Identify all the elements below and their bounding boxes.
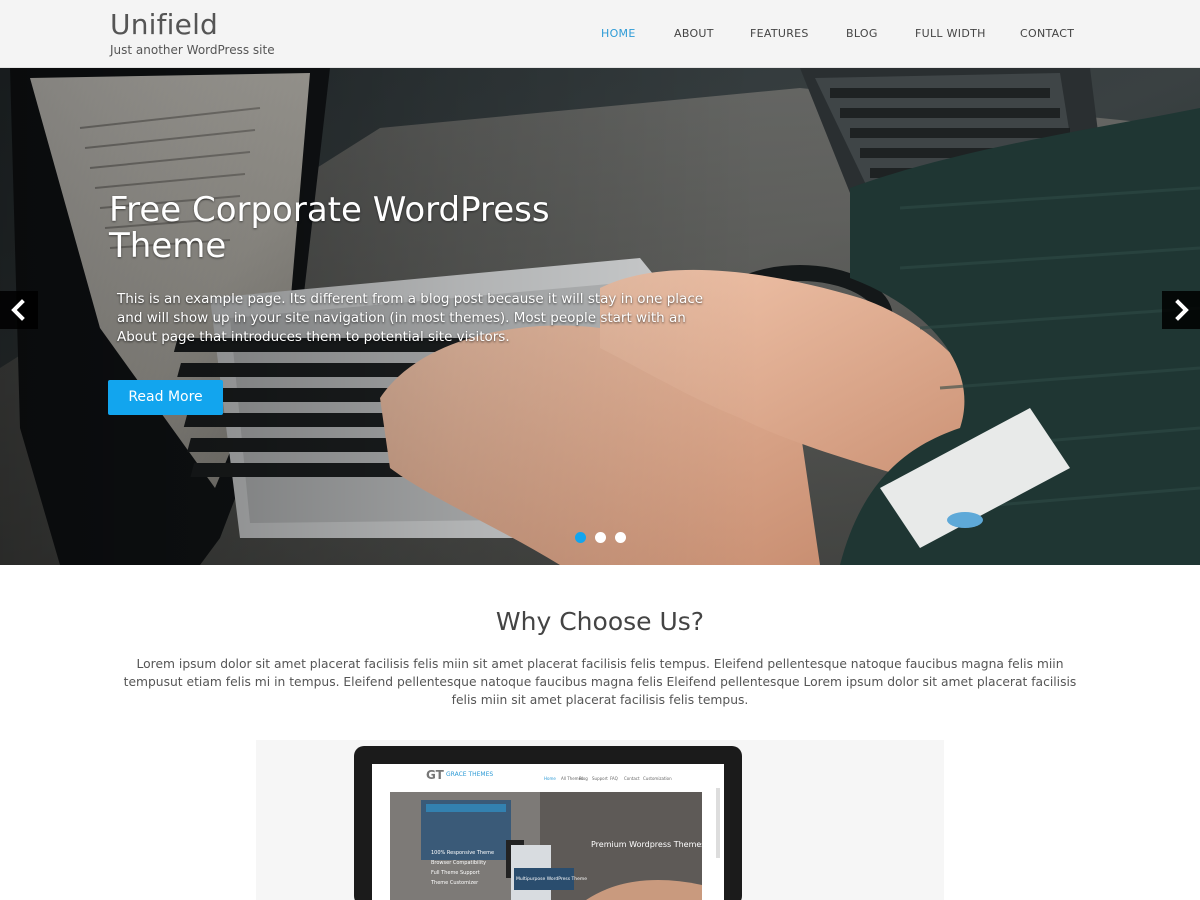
slider-pagination bbox=[575, 532, 635, 544]
mini-feature: Full Theme Support bbox=[431, 870, 480, 876]
mini-brand-name: GRACE THEMES bbox=[446, 771, 493, 778]
nav-item-about[interactable]: ABOUT bbox=[674, 27, 714, 40]
mini-feature: 100% Responsive Theme bbox=[431, 850, 494, 856]
nav-item-full-width[interactable]: FULL WIDTH bbox=[915, 27, 986, 40]
hero-text: This is an example page. Its different f… bbox=[117, 291, 704, 345]
monitor-mockup: GT GRACE THEMES Home All Themes Blog Sup… bbox=[354, 746, 742, 900]
mini-feature: Browser Compatibility bbox=[431, 860, 486, 866]
mini-menu-item: Blog bbox=[579, 776, 588, 781]
mini-menu-item: FAQ bbox=[610, 776, 618, 781]
slider-prev-button[interactable] bbox=[0, 291, 38, 329]
mini-feature: Theme Customizer bbox=[430, 880, 479, 886]
mini-menu-item: Home bbox=[544, 776, 556, 781]
showcase-image: GT GRACE THEMES Home All Themes Blog Sup… bbox=[256, 740, 944, 900]
chevron-right-icon bbox=[1175, 299, 1189, 321]
section-description: Lorem ipsum dolor sit amet placerat faci… bbox=[123, 657, 1077, 707]
nav-item-contact[interactable]: CONTACT bbox=[1020, 27, 1074, 40]
slider-dot-1[interactable] bbox=[575, 532, 586, 543]
chevron-left-icon bbox=[11, 299, 25, 321]
site-header: Unifield Just another WordPress site HOM… bbox=[0, 0, 1200, 68]
nav-item-features[interactable]: FEATURES bbox=[750, 27, 809, 40]
site-tagline: Just another WordPress site bbox=[110, 43, 275, 57]
hero-title: Free Corporate WordPress Theme bbox=[109, 190, 550, 266]
mini-menu-item: Customization bbox=[643, 776, 672, 781]
mini-badge: Multipurpose WordPress Theme bbox=[516, 876, 587, 882]
slider-next-button[interactable] bbox=[1162, 291, 1200, 329]
read-more-button[interactable]: Read More bbox=[108, 380, 223, 415]
mini-menu-item: Contact bbox=[624, 776, 640, 781]
slider-dot-3[interactable] bbox=[615, 532, 626, 543]
mini-menu-item: Support bbox=[592, 776, 608, 781]
hero-slider: Free Corporate WordPress Theme This is a… bbox=[0, 68, 1200, 565]
mini-slide-heading: Premium Wordpress Themes bbox=[591, 840, 705, 849]
section-title: Why Choose Us? bbox=[495, 607, 705, 636]
nav-item-home[interactable]: HOME bbox=[601, 27, 636, 40]
slider-dot-2[interactable] bbox=[595, 532, 606, 543]
nav-item-blog[interactable]: BLOG bbox=[846, 27, 878, 40]
mini-brand-mark: GT bbox=[426, 768, 445, 782]
main-navigation: HOME ABOUT FEATURES BLOG FULL WIDTH CONT… bbox=[0, 27, 1200, 43]
